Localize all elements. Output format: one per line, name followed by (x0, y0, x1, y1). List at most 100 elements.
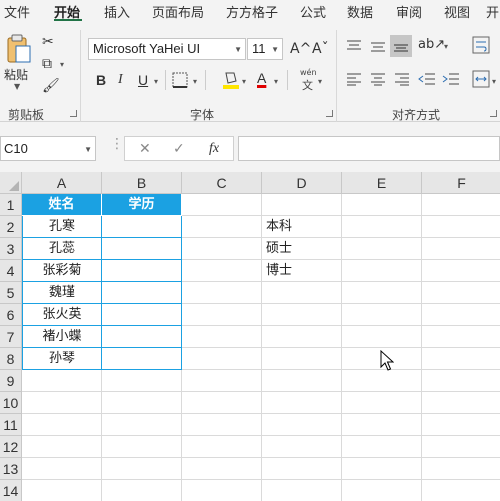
copy-icon[interactable]: ⧉ (42, 56, 52, 72)
enter-icon[interactable]: ✓ (173, 141, 185, 157)
row-header-12[interactable]: 12 (0, 436, 22, 458)
select-all-button[interactable] (0, 172, 22, 194)
shrink-font-icon[interactable]: Aˇ (312, 41, 329, 57)
row-header-2[interactable]: 2 (0, 216, 22, 238)
cancel-icon[interactable]: ✕ (139, 141, 151, 157)
align-center-icon[interactable] (370, 72, 386, 86)
bold-button[interactable]: B (96, 72, 106, 88)
column-header-c[interactable]: C (182, 172, 262, 194)
row-header-6[interactable]: 6 (0, 304, 22, 326)
cell-a3[interactable]: 孔蕊 (22, 238, 102, 260)
cell-c12[interactable] (182, 436, 262, 458)
paste-dropdown-icon[interactable]: ▼ (14, 82, 20, 91)
cell-f13[interactable] (422, 458, 500, 480)
cell-f7[interactable] (422, 326, 500, 348)
row-header-8[interactable]: 8 (0, 348, 22, 370)
clipboard-launcher-icon[interactable] (70, 110, 77, 117)
cell-b10[interactable] (102, 392, 182, 414)
cell-f9[interactable] (422, 370, 500, 392)
format-painter-icon[interactable]: 🖌 (42, 78, 60, 94)
cell-a6[interactable]: 张火英 (22, 304, 102, 326)
tab-file[interactable]: 文件 (4, 2, 30, 21)
cell-e3[interactable] (342, 238, 422, 260)
cell-c7[interactable] (182, 326, 262, 348)
cell-f5[interactable] (422, 282, 500, 304)
cell-f8[interactable] (422, 348, 500, 370)
cell-f11[interactable] (422, 414, 500, 436)
formula-input[interactable] (238, 136, 500, 161)
cell-d7[interactable] (262, 326, 342, 348)
tab-fangfang[interactable]: 方方格子 (226, 2, 278, 21)
cell-b9[interactable] (102, 370, 182, 392)
cell-a14[interactable] (22, 480, 102, 501)
cell-d5[interactable] (262, 282, 342, 304)
cell-a1[interactable]: 姓名 (22, 194, 102, 216)
cell-e1[interactable] (342, 194, 422, 216)
fill-color-icon[interactable] (222, 70, 240, 90)
font-color-icon[interactable]: A (257, 70, 266, 86)
font-name-select[interactable]: Microsoft YaHei UI ▼ (88, 38, 246, 60)
row-header-14[interactable]: 14 (0, 480, 22, 501)
cut-icon[interactable]: ✂ (42, 34, 54, 50)
cell-c5[interactable] (182, 282, 262, 304)
cell-d3[interactable]: 硕士 (262, 238, 342, 260)
cell-b7[interactable] (102, 326, 182, 348)
cell-d11[interactable] (262, 414, 342, 436)
cell-f2[interactable] (422, 216, 500, 238)
tab-view[interactable]: 视图 (444, 2, 470, 21)
wrap-text-icon[interactable] (472, 36, 490, 54)
row-header-7[interactable]: 7 (0, 326, 22, 348)
row-header-10[interactable]: 10 (0, 392, 22, 414)
cell-d14[interactable] (262, 480, 342, 501)
cell-c11[interactable] (182, 414, 262, 436)
cell-f14[interactable] (422, 480, 500, 501)
align-middle-icon[interactable] (370, 39, 386, 53)
cell-b11[interactable] (102, 414, 182, 436)
cell-b1[interactable]: 学历 (102, 194, 182, 216)
row-header-3[interactable]: 3 (0, 238, 22, 260)
row-header-11[interactable]: 11 (0, 414, 22, 436)
align-bottom-button[interactable] (390, 35, 412, 57)
cell-c10[interactable] (182, 392, 262, 414)
row-header-13[interactable]: 13 (0, 458, 22, 480)
cell-d9[interactable] (262, 370, 342, 392)
phonetic-guide-icon[interactable]: 文 (302, 77, 313, 93)
cell-b5[interactable] (102, 282, 182, 304)
decrease-indent-icon[interactable] (418, 72, 436, 86)
tab-data[interactable]: 数据 (347, 2, 373, 21)
name-box[interactable]: C10 ▼ (0, 136, 96, 161)
cell-d4[interactable]: 博士 (262, 260, 342, 282)
cell-d6[interactable] (262, 304, 342, 326)
borders-dropdown-icon[interactable]: ▾ (193, 77, 197, 86)
cell-f12[interactable] (422, 436, 500, 458)
cell-c3[interactable] (182, 238, 262, 260)
copy-dropdown-icon[interactable]: ▾ (60, 60, 64, 69)
orientation-dropdown-icon[interactable]: ▾ (444, 42, 448, 51)
column-header-a[interactable]: A (22, 172, 102, 194)
align-top-icon[interactable] (346, 39, 362, 53)
column-header-e[interactable]: E (342, 172, 422, 194)
cell-b2[interactable] (102, 216, 182, 238)
cell-a4[interactable]: 张彩菊 (22, 260, 102, 282)
cell-a5[interactable]: 魏瑾 (22, 282, 102, 304)
cell-a8[interactable]: 孙琴 (22, 348, 102, 370)
cell-c6[interactable] (182, 304, 262, 326)
alignment-launcher-icon[interactable] (490, 110, 497, 117)
cell-c14[interactable] (182, 480, 262, 501)
phonetic-dropdown-icon[interactable]: ▾ (318, 77, 322, 86)
cell-f3[interactable] (422, 238, 500, 260)
fill-color-dropdown-icon[interactable]: ▾ (242, 77, 246, 86)
cell-e10[interactable] (342, 392, 422, 414)
cell-c1[interactable] (182, 194, 262, 216)
cell-f4[interactable] (422, 260, 500, 282)
cell-d12[interactable] (262, 436, 342, 458)
cell-e14[interactable] (342, 480, 422, 501)
cell-a11[interactable] (22, 414, 102, 436)
column-header-f[interactable]: F (422, 172, 500, 194)
cell-d13[interactable] (262, 458, 342, 480)
cell-f6[interactable] (422, 304, 500, 326)
font-size-select[interactable]: 11 ▼ (247, 38, 283, 60)
cell-e5[interactable] (342, 282, 422, 304)
cell-f1[interactable] (422, 194, 500, 216)
column-header-b[interactable]: B (102, 172, 182, 194)
